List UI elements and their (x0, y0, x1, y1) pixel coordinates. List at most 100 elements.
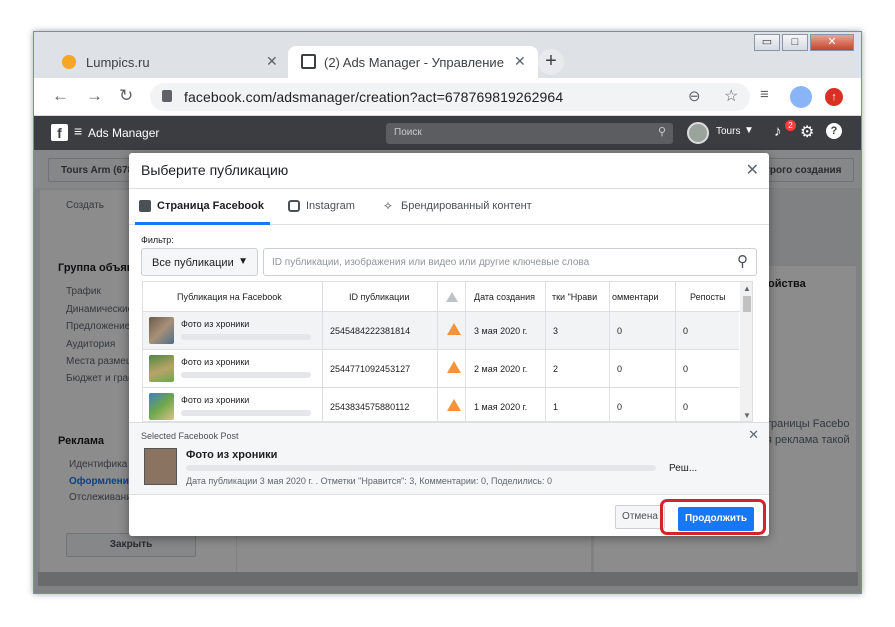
blurred-text (181, 372, 311, 378)
close-window-button[interactable]: ✕ (810, 34, 854, 51)
shares-cell: 0 (683, 326, 689, 336)
selected-post-meta: Дата публикации 3 мая 2020 г. . Отметки … (186, 476, 552, 486)
post-thumbnail (149, 355, 174, 382)
bookmark-star-icon[interactable]: ☆ (724, 86, 738, 106)
dialog-title: Выберите публикацию (141, 162, 289, 178)
account-avatar[interactable] (687, 122, 709, 144)
notifications-icon[interactable]: ♪ (774, 123, 782, 140)
likes-cell: 1 (546, 388, 610, 421)
selected-post-thumbnail (144, 448, 177, 485)
dialog-tabs: Страница Facebook Instagram ⟡ Брендирова… (129, 189, 769, 225)
shares-cell: 0 (683, 364, 689, 374)
post-cell: Фото из хроники (143, 350, 323, 388)
notification-badge: 2 (785, 120, 796, 131)
date-cell: 1 мая 2020 г. (466, 388, 546, 421)
column-header[interactable]: Публикация на Facebook (143, 282, 323, 312)
scroll-down-icon[interactable]: ▼ (743, 411, 751, 420)
blurred-text (186, 465, 656, 471)
warning-icon[interactable] (447, 323, 461, 335)
date-cell: 3 мая 2020 г. (466, 312, 546, 350)
selected-post-header: Selected Facebook Post (141, 431, 239, 441)
lock-icon (162, 90, 172, 102)
post-cell: Фото из хроники (143, 312, 323, 350)
dialog-header: Выберите публикацию ✕ (129, 153, 769, 189)
filter-label: Фильтр: (141, 235, 174, 245)
help-icon[interactable]: ? (826, 123, 842, 139)
selected-post-name: Фото из хроники (186, 449, 278, 461)
choose-post-dialog: Выберите публикацию ✕ Страница Facebook … (129, 153, 769, 536)
app-title: Ads Manager (88, 126, 160, 140)
back-icon[interactable]: ← (52, 86, 69, 106)
filter-dropdown[interactable]: Все публикации ▼ (141, 248, 258, 276)
search-placeholder: Поиск (394, 127, 422, 138)
column-header[interactable]: омментари (610, 282, 676, 312)
filter-value: Все публикации (152, 257, 234, 269)
blurred-text (181, 410, 311, 416)
tab-branded-content[interactable]: Брендированный контент (401, 200, 532, 212)
menu-icon[interactable]: ≡ (74, 123, 82, 139)
tab-ads-manager[interactable]: (2) Ads Manager - Управление р ✕ (288, 46, 538, 78)
account-caret-icon[interactable]: ▼ (744, 125, 754, 136)
lumpics-favicon-icon (62, 55, 76, 69)
scroll-thumb[interactable] (743, 296, 751, 312)
close-dialog-icon[interactable]: ✕ (746, 160, 759, 180)
reload-icon[interactable]: ↻ (119, 86, 133, 106)
dialog-footer: Отмена Продолжить (129, 494, 769, 536)
comments-cell: 0 (610, 312, 676, 350)
post-thumbnail (149, 317, 174, 344)
continue-button[interactable]: Продолжить (678, 507, 754, 531)
table-row[interactable]: Фото из хроники 2543834575880112 1 мая 2… (143, 388, 739, 421)
comments-cell: 0 (610, 350, 676, 388)
table-scrollbar[interactable]: ▲ ▼ (740, 282, 752, 421)
active-tab-indicator (135, 222, 270, 225)
handshake-icon: ⟡ (384, 198, 392, 212)
table-row[interactable]: Фото из хроники 2544771092453127 2 мая 2… (143, 350, 739, 388)
new-tab-button[interactable]: + (538, 49, 564, 75)
warning-grey-icon (446, 292, 458, 302)
column-header[interactable]: тки "Нрави (546, 282, 610, 312)
post-name: Фото из хроники (181, 395, 250, 405)
column-header[interactable]: Дата создания (466, 282, 546, 312)
post-search-input[interactable]: ID публикации, изображения или видео или… (263, 248, 757, 276)
settings-gear-icon[interactable]: ⚙ (800, 122, 814, 142)
post-id-cell: 2545484222381814 (323, 312, 438, 350)
column-header[interactable]: ID публикации (323, 282, 438, 312)
tab-facebook-page[interactable]: Страница Facebook (157, 200, 264, 212)
column-header[interactable]: Репосты (676, 282, 740, 312)
scroll-up-icon[interactable]: ▲ (743, 284, 751, 293)
likes-cell: 3 (546, 312, 610, 350)
profile-avatar[interactable] (790, 86, 812, 108)
search-icon: ⚲ (657, 126, 666, 138)
page-content: f ≡ Ads Manager Поиск ⚲ Tours ▼ ♪ 2 ⚙ ? … (34, 116, 861, 593)
table-row[interactable]: Фото из хроники 2545484222381814 3 мая 2… (143, 312, 739, 350)
minimize-button[interactable]: ▭ (754, 34, 780, 51)
account-name[interactable]: Tours (716, 126, 740, 137)
likes-cell: 2 (546, 350, 610, 388)
clear-selection-icon[interactable]: ✕ (748, 427, 759, 443)
update-icon[interactable]: ↑ (825, 88, 843, 106)
media-icon[interactable]: ≡ (760, 86, 769, 103)
tab-lumpics[interactable]: Lumpics.ru ✕ (48, 46, 288, 78)
search-icon: ⚲ (737, 253, 748, 270)
cancel-button[interactable]: Отмена (615, 505, 665, 529)
zoom-icon[interactable]: ⊖ (688, 87, 701, 105)
maximize-button[interactable]: □ (782, 34, 808, 51)
warning-icon[interactable] (447, 361, 461, 373)
comments-cell: 0 (610, 388, 676, 421)
post-thumbnail (149, 393, 174, 420)
warning-cell (438, 312, 466, 350)
tab-instagram[interactable]: Instagram (306, 200, 355, 212)
column-header-warning[interactable] (438, 282, 466, 312)
facebook-page-icon (139, 200, 151, 212)
posts-table: Публикация на Facebook ID публикации Дат… (142, 281, 753, 422)
forward-icon[interactable]: → (86, 86, 103, 106)
close-tab-icon[interactable]: ✕ (266, 53, 278, 70)
address-bar[interactable]: facebook.com/adsmanager/creation?act=678… (150, 83, 750, 111)
url-text: facebook.com/adsmanager/creation?act=678… (184, 89, 564, 105)
warning-icon[interactable] (447, 399, 461, 411)
close-tab-icon[interactable]: ✕ (514, 53, 526, 70)
fb-search-input[interactable]: Поиск ⚲ (386, 123, 673, 144)
post-id-cell: 2543834575880112 (323, 388, 438, 421)
browser-toolbar: ← → ↻ facebook.com/adsmanager/creation?a… (34, 78, 861, 116)
warning-cell (438, 388, 466, 421)
